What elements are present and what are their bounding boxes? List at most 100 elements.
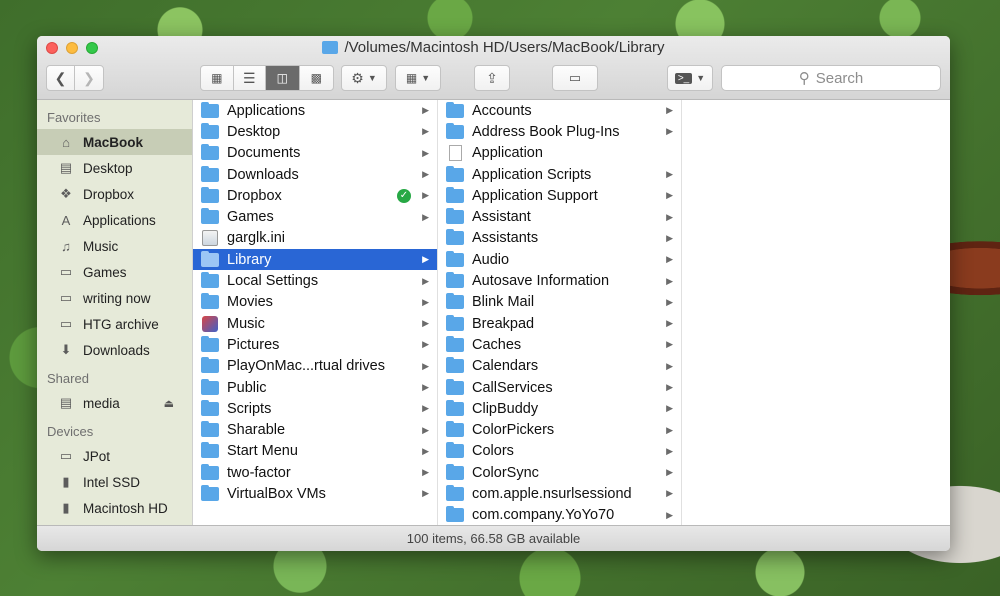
- file-row[interactable]: Audio ▶: [438, 249, 681, 270]
- file-row[interactable]: Blink Mail ▶: [438, 292, 681, 313]
- cover-flow-button[interactable]: ▩: [300, 66, 333, 90]
- folder-icon: [446, 399, 464, 416]
- file-row[interactable]: Calendars ▶: [438, 356, 681, 377]
- file-row[interactable]: Local Settings ▶: [193, 270, 437, 291]
- sidebar-item-label: Intel SSD: [83, 474, 141, 490]
- forward-button[interactable]: ❯: [75, 66, 103, 90]
- file-row[interactable]: Sharable ▶: [193, 419, 437, 440]
- file-row[interactable]: Breakpad ▶: [438, 313, 681, 334]
- file-row[interactable]: Library ▶: [193, 249, 437, 271]
- file-name: Documents: [227, 145, 301, 162]
- file-row[interactable]: Pictures ▶: [193, 334, 437, 355]
- disclosure-arrow-icon: ▶: [666, 275, 673, 286]
- arrange-menu-button[interactable]: ▦ ▼: [395, 65, 441, 91]
- sidebar-item-label: writing now: [83, 290, 151, 306]
- folder-icon: [201, 335, 219, 352]
- sidebar-item-writing-now[interactable]: ▭ writing now: [37, 285, 192, 311]
- tags-button[interactable]: ▭: [552, 65, 598, 91]
- file-row[interactable]: PlayOnMac...rtual drives ▶: [193, 356, 437, 377]
- column-user[interactable]: Applications ▶ Desktop ▶ Documents ▶ Downloads…: [193, 100, 438, 525]
- file-name: Calendars: [472, 358, 539, 375]
- file-row[interactable]: CallServices ▶: [438, 377, 681, 398]
- file-row[interactable]: ColorPickers ▶: [438, 419, 681, 440]
- sidebar-item-intel-ssd[interactable]: ▮ Intel SSD: [37, 469, 192, 495]
- disclosure-arrow-icon: ▶: [422, 339, 429, 350]
- column-empty[interactable]: [682, 100, 950, 525]
- disclosure-arrow-icon: ▶: [666, 126, 673, 137]
- file-row[interactable]: Application Support ▶: [438, 185, 681, 206]
- search-field[interactable]: ⚲ Search: [721, 65, 941, 91]
- file-row[interactable]: garglk.ini: [193, 228, 437, 249]
- file-row[interactable]: Assistants ▶: [438, 228, 681, 249]
- folder-icon: [201, 442, 219, 459]
- folder-icon: [446, 229, 464, 246]
- file-row[interactable]: Caches ▶: [438, 334, 681, 355]
- sidebar-item-games[interactable]: ▭ Games: [37, 259, 192, 285]
- column-library[interactable]: Accounts ▶ Address Book Plug-Ins ▶ Applicati…: [438, 100, 682, 525]
- file-row[interactable]: two-factor ▶: [193, 462, 437, 483]
- icon-view-button[interactable]: ▦: [201, 66, 234, 90]
- sidebar-item-htg-archive[interactable]: ▭ HTG archive: [37, 311, 192, 337]
- sidebar-item-macbook[interactable]: ⌂ MacBook: [37, 129, 192, 155]
- file-row[interactable]: Application Scripts ▶: [438, 164, 681, 185]
- file-row[interactable]: Dropbox ✓ ▶: [193, 185, 437, 206]
- column-view-button[interactable]: ◫: [266, 66, 300, 90]
- sidebar-item-macintosh-hd[interactable]: ▮ Macintosh HD: [37, 495, 192, 521]
- file-name: com.apple.nsurlsessiond: [472, 485, 632, 502]
- share-button[interactable]: ⇪: [474, 65, 510, 91]
- folder-icon: [446, 421, 464, 438]
- list-view-button[interactable]: ☰: [234, 66, 267, 90]
- sidebar-item-dropbox[interactable]: ❖ Dropbox: [37, 181, 192, 207]
- file-row[interactable]: Assistant ▶: [438, 206, 681, 227]
- file-row[interactable]: ColorSync ▶: [438, 462, 681, 483]
- sidebar-item-label: JPot: [83, 448, 111, 464]
- file-name: Application Support: [472, 187, 598, 204]
- file-row[interactable]: ClipBuddy ▶: [438, 398, 681, 419]
- file-row[interactable]: Applications ▶: [193, 100, 437, 121]
- disclosure-arrow-icon: ▶: [666, 232, 673, 243]
- sidebar-item-label: HTG archive: [83, 316, 159, 332]
- gear-icon: ⚙: [351, 69, 364, 86]
- file-row[interactable]: Desktop ▶: [193, 121, 437, 142]
- disclosure-arrow-icon: ▶: [666, 467, 673, 478]
- sidebar-item-jpot[interactable]: ▭ JPot: [37, 443, 192, 469]
- disclosure-arrow-icon: ▶: [422, 382, 429, 392]
- sidebar-item-media[interactable]: ▤ media ⏏: [37, 390, 192, 416]
- file-row[interactable]: Accounts ▶: [438, 100, 681, 121]
- file-row[interactable]: Games ▶: [193, 206, 437, 227]
- disclosure-arrow-icon: ▶: [666, 296, 673, 307]
- file-row[interactable]: com.apple.nsurlsessiond ▶: [438, 483, 681, 504]
- back-button[interactable]: ❮: [47, 66, 76, 90]
- folder-icon: [201, 293, 219, 310]
- file-row[interactable]: Autosave Information ▶: [438, 270, 681, 291]
- file-row[interactable]: Music ▶: [193, 313, 437, 334]
- sidebar-item-label: Dropbox: [83, 186, 135, 202]
- sidebar-item-applications[interactable]: A Applications: [37, 207, 192, 233]
- file-row[interactable]: Scripts ▶: [193, 398, 437, 419]
- folder-icon: [446, 378, 464, 395]
- action-menu-button[interactable]: ⚙ ▼: [341, 65, 387, 91]
- file-row[interactable]: VirtualBox VMs ▶: [193, 483, 437, 504]
- file-row[interactable]: Movies ▶: [193, 292, 437, 313]
- folder-icon: [446, 122, 464, 139]
- disclosure-arrow-icon: ▶: [422, 403, 429, 414]
- file-row[interactable]: Application: [438, 143, 681, 164]
- terminal-menu-button[interactable]: >_ ▼: [667, 65, 713, 91]
- chevron-down-icon: ▼: [696, 73, 706, 83]
- sidebar-item-downloads[interactable]: ⬇ Downloads: [37, 337, 192, 363]
- file-row[interactable]: Address Book Plug-Ins ▶: [438, 121, 681, 142]
- file-row[interactable]: Downloads ▶: [193, 164, 437, 185]
- file-row[interactable]: Public ▶: [193, 377, 437, 398]
- sidebar-item-music[interactable]: ♫ Music: [37, 233, 192, 259]
- eject-icon[interactable]: ⏏: [164, 397, 174, 410]
- file-row[interactable]: Start Menu ▶: [193, 441, 437, 462]
- list-icon: ☰: [242, 69, 256, 86]
- disclosure-arrow-icon: ▶: [666, 339, 673, 350]
- sidebar-item-desktop[interactable]: ▤ Desktop: [37, 155, 192, 181]
- disclosure-arrow-icon: ▶: [666, 488, 673, 499]
- file-row[interactable]: Documents ▶: [193, 143, 437, 164]
- file-name: garglk.ini: [227, 230, 286, 247]
- file-row[interactable]: Colors ▶: [438, 441, 681, 462]
- file-row[interactable]: com.company.YoYo70 ▶: [438, 505, 681, 525]
- disclosure-arrow-icon: ▶: [422, 467, 429, 478]
